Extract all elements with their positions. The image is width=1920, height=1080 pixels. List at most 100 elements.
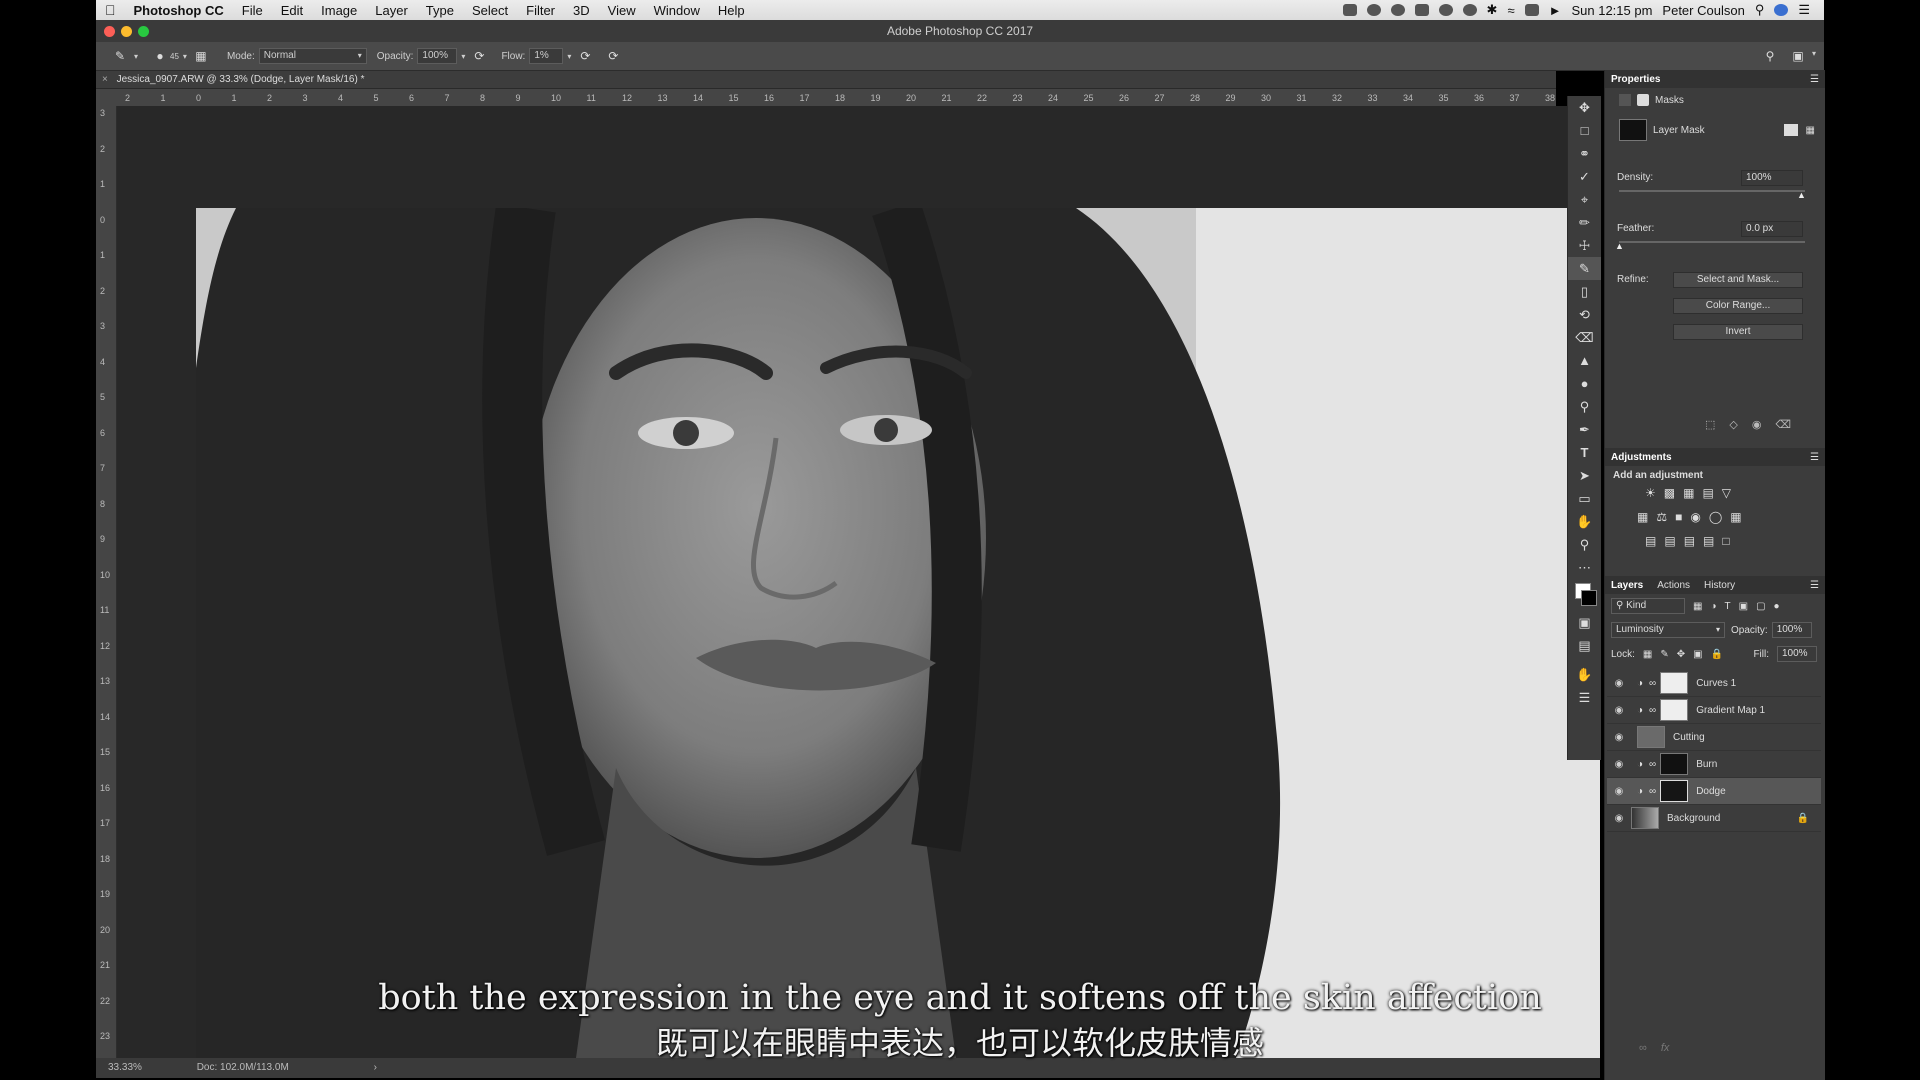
lock-all-icon[interactable]: 🔒 <box>1711 649 1723 660</box>
brush-size-icon[interactable]: ● <box>152 49 168 63</box>
hand-tool-secondary-icon[interactable]: ✋ <box>1568 663 1601 686</box>
layer-row-curves-1[interactable]: ◉ ◑ ∞ Curves 1 <box>1607 670 1821 697</box>
pressure-size-icon[interactable]: ⟳ <box>605 49 621 63</box>
eyedropper-tool-icon[interactable]: ✏ <box>1568 211 1601 234</box>
select-and-mask-button[interactable]: Select and Mask... <box>1673 272 1803 288</box>
panel-menu-icon[interactable]: ☰ <box>1810 74 1819 85</box>
filter-type-icon[interactable]: T <box>1725 601 1731 612</box>
background-color-swatch[interactable] <box>1581 590 1597 606</box>
layer-row-burn[interactable]: ◉ ◑ ∞ Burn <box>1607 751 1821 778</box>
pressure-opacity-icon[interactable]: ⟳ <box>471 49 487 63</box>
search-icon[interactable]: ⚲ <box>1762 49 1778 63</box>
quick-mask-icon[interactable]: ▣ <box>1568 611 1601 634</box>
lock-artboard-icon[interactable]: ▣ <box>1693 649 1702 660</box>
menu-type[interactable]: Type <box>417 3 463 18</box>
move-tool-icon[interactable]: ✥ <box>1568 96 1601 119</box>
airbrush-icon[interactable]: ⟳ <box>577 49 593 63</box>
brightness-contrast-icon[interactable]: ☀ <box>1645 486 1656 500</box>
visibility-eye-icon[interactable]: ◉ <box>1611 732 1627 743</box>
pixel-mask-icon[interactable] <box>1619 94 1631 106</box>
chain-link-icon[interactable]: ∞ <box>1649 786 1656 797</box>
workspace-dropdown-icon[interactable]: ▾ <box>1812 49 1816 63</box>
menu-window[interactable]: Window <box>645 3 709 18</box>
layer-opacity-input[interactable]: 100% <box>1771 622 1812 638</box>
layer-row-dodge[interactable]: ◉ ◑ ∞ Dodge <box>1607 778 1821 805</box>
apple-icon[interactable]:  <box>96 2 125 18</box>
vertical-ruler[interactable]: 3 2 1 0 1 2 3 4 5 6 7 8 9 10 11 12 13 14 15 16 17 18 19 20 21 22 2… <box>96 106 117 1058</box>
menu-file[interactable]: File <box>233 3 272 18</box>
volume-icon[interactable]: ► <box>1549 3 1562 18</box>
crop-tool-icon[interactable]: ⌖ <box>1568 188 1601 211</box>
screen-record-icon[interactable] <box>1342 4 1357 16</box>
brush-panel-icon[interactable]: ▦ <box>193 49 209 63</box>
layer-row-gradient-map-1[interactable]: ◉ ◑ ∞ Gradient Map 1 <box>1607 697 1821 724</box>
visibility-eye-icon[interactable]: ◉ <box>1752 418 1762 431</box>
bluetooth-icon[interactable]: ✱ <box>1487 2 1498 18</box>
marquee-tool-icon[interactable]: □ <box>1568 119 1601 142</box>
exposure-icon[interactable]: ▤ <box>1702 486 1713 500</box>
document-tab[interactable]: × Jessica_0907.ARW @ 33.3% (Dodge, Layer… <box>96 71 1556 89</box>
filter-pixel-icon[interactable]: ▦ <box>1693 601 1702 612</box>
menubar-user[interactable]: Peter Coulson <box>1662 3 1744 18</box>
paint-bucket-tool-icon[interactable]: ▲ <box>1568 349 1601 372</box>
menu-filter[interactable]: Filter <box>517 3 564 18</box>
density-slider-thumb[interactable]: ▲ <box>1797 190 1806 200</box>
rectangle-tool-icon[interactable]: ▭ <box>1568 487 1601 510</box>
hand-tool-icon[interactable]: ✋ <box>1568 510 1601 533</box>
menu-view[interactable]: View <box>599 3 645 18</box>
path-selection-tool-icon[interactable]: ➤ <box>1568 464 1601 487</box>
lock-position-icon[interactable]: ✥ <box>1677 649 1685 660</box>
flow-dropdown-icon[interactable]: ▾ <box>567 52 571 61</box>
menubar-clock[interactable]: Sun 12:15 pm <box>1571 3 1652 18</box>
tab-actions[interactable]: Actions <box>1657 580 1690 591</box>
eraser-tool-icon[interactable]: ⌫ <box>1568 326 1601 349</box>
blend-mode-select[interactable]: Luminosity ▾ <box>1611 622 1725 638</box>
curves-icon[interactable]: ▦ <box>1683 486 1694 500</box>
feather-slider-thumb[interactable]: ▲ <box>1615 241 1624 251</box>
density-input[interactable]: 100% <box>1741 170 1803 186</box>
channel-mixer-icon[interactable]: ◯ <box>1709 510 1722 524</box>
close-window-button[interactable] <box>104 26 115 37</box>
type-tool-icon[interactable]: T <box>1568 441 1601 464</box>
gradient-map-icon[interactable]: ▤ <box>1703 534 1714 548</box>
menu-image[interactable]: Image <box>312 3 366 18</box>
close-document-icon[interactable]: × <box>102 74 108 85</box>
visibility-eye-icon[interactable]: ◉ <box>1611 813 1627 824</box>
selective-color-icon[interactable]: □ <box>1722 534 1729 548</box>
lock-image-icon[interactable]: ✎ <box>1660 649 1668 660</box>
zoom-window-button[interactable] <box>138 26 149 37</box>
quick-selection-tool-icon[interactable]: ✓ <box>1568 165 1601 188</box>
delete-mask-icon[interactable]: ⌫ <box>1775 418 1791 431</box>
dodge-tool-icon[interactable]: ⚲ <box>1568 395 1601 418</box>
layer-row-background[interactable]: ◉ Background 🔒 <box>1607 805 1821 832</box>
lasso-tool-icon[interactable]: ⚭ <box>1568 142 1601 165</box>
adjust-sliders-icon[interactable]: ☰ <box>1568 686 1601 709</box>
layer-row-cutting[interactable]: ◉ Cutting <box>1607 724 1821 751</box>
threshold-icon[interactable]: ▤ <box>1684 534 1695 548</box>
ruler-origin[interactable] <box>96 89 117 106</box>
zoom-tool-icon[interactable]: ⚲ <box>1568 533 1601 556</box>
apply-mask-icon[interactable]: ◇ <box>1729 418 1737 431</box>
invert-button[interactable]: Invert <box>1673 324 1803 340</box>
minimize-window-button[interactable] <box>121 26 132 37</box>
chain-link-icon[interactable]: ∞ <box>1649 678 1656 689</box>
color-swatches-icon[interactable] <box>1568 579 1601 611</box>
menu-3d[interactable]: 3D <box>564 3 599 18</box>
accessibility-icon[interactable] <box>1438 4 1453 16</box>
brush-picker-dropdown-icon[interactable]: ▾ <box>183 52 187 61</box>
color-lookup-icon[interactable]: ▦ <box>1730 510 1741 524</box>
levels-icon[interactable]: ▩ <box>1664 486 1675 500</box>
filter-smart-object-icon[interactable]: ▢ <box>1756 601 1765 612</box>
history-brush-tool-icon[interactable]: ⟲ <box>1568 303 1601 326</box>
tab-layers[interactable]: Layers <box>1611 580 1643 591</box>
wifi-icon[interactable]: ≈ <box>1507 3 1514 18</box>
horizontal-ruler[interactable]: 2 1 0 1 2 3 4 5 6 7 8 9 10 11 12 13 14 15 16 17 18 19 20 21 22 23… <box>117 89 1556 107</box>
photo-filter-icon[interactable]: ◉ <box>1690 510 1700 524</box>
tool-preset-dropdown-icon[interactable]: ▾ <box>134 52 138 61</box>
hue-saturation-icon[interactable]: ▦ <box>1637 510 1648 524</box>
feather-input[interactable]: 0.0 px <box>1741 221 1803 237</box>
brush-tool-preset-icon[interactable]: ✎ <box>112 49 128 63</box>
filter-toggle-icon[interactable]: ● <box>1774 601 1780 612</box>
filter-adjustment-icon[interactable]: ◑ <box>1710 601 1716 612</box>
spotlight-icon[interactable]: ⚲ <box>1755 2 1765 18</box>
